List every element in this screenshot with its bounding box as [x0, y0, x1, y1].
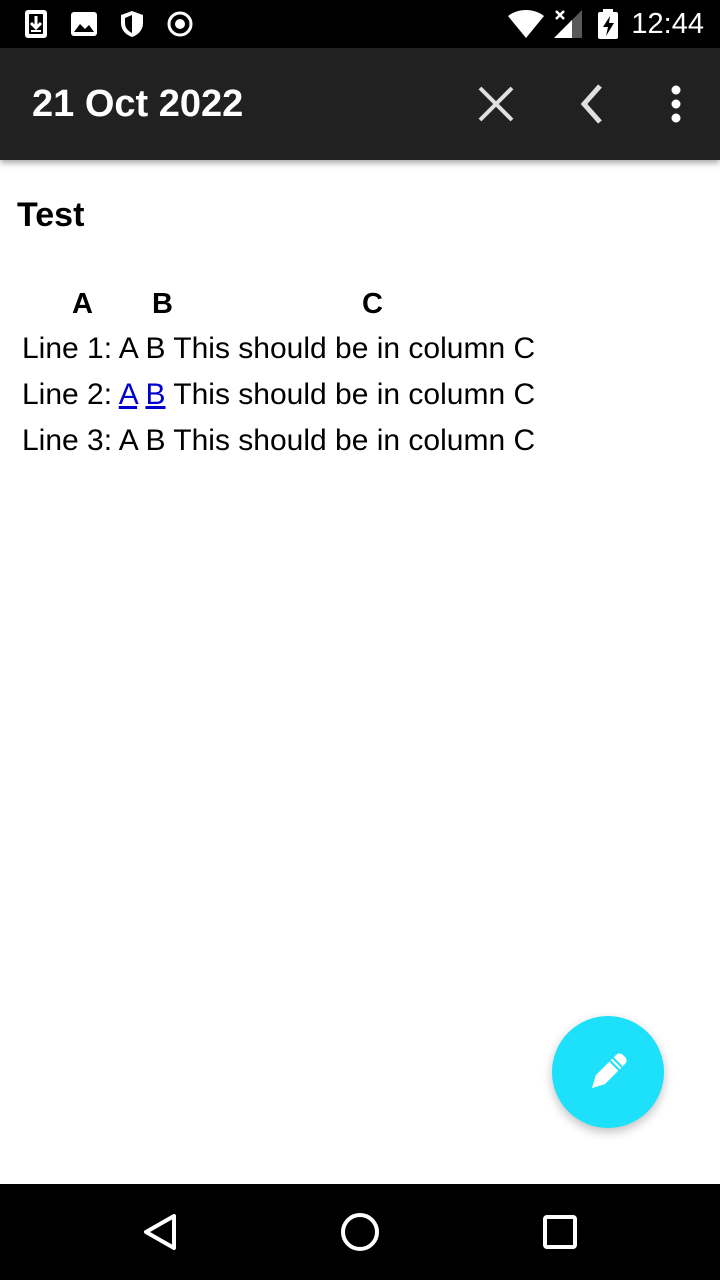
pencil-icon — [592, 1053, 627, 1088]
edit-fab-button[interactable] — [552, 1016, 664, 1128]
status-time: 12:44 — [631, 8, 704, 40]
back-triangle-icon[interactable] — [136, 1208, 184, 1256]
note-title: Test — [17, 196, 85, 234]
nav-bar — [0, 1184, 720, 1280]
note-line-1: Line 1: A B This should be in column C — [22, 332, 535, 366]
signal-icon — [554, 10, 582, 38]
home-circle-icon[interactable] — [336, 1208, 384, 1256]
download-icon — [25, 10, 47, 38]
battery-charging-icon — [598, 9, 618, 39]
line-col-a: A — [118, 424, 138, 457]
line-prefix: Line 2: — [22, 378, 119, 411]
line-col-b: B — [145, 424, 166, 457]
line-col-a: A — [118, 332, 138, 365]
record-icon — [167, 11, 193, 37]
line-link-b[interactable]: B — [145, 378, 165, 411]
line-link-a[interactable]: A — [119, 378, 137, 411]
column-header-a: A — [72, 288, 93, 320]
recents-square-icon[interactable] — [536, 1208, 584, 1256]
close-icon[interactable] — [472, 80, 520, 128]
line-prefix: Line 3: — [22, 424, 119, 457]
note-line-2: Line 2: A B This should be in column C — [22, 378, 535, 412]
line-col-b: B — [145, 332, 166, 365]
column-header-b: B — [152, 288, 173, 320]
line-col-c: This should be in column C — [173, 424, 536, 457]
page-title: 21 Oct 2022 — [32, 83, 244, 125]
note-line-3: Line 3: A B This should be in column C — [22, 424, 535, 458]
shield-icon — [121, 11, 143, 37]
line-col-c: This should be in column C — [173, 332, 536, 365]
image-icon — [71, 12, 97, 36]
app-bar: 21 Oct 2022 — [0, 48, 720, 160]
back-chevron-icon[interactable] — [568, 80, 616, 128]
line-prefix: Line 1: — [22, 332, 119, 365]
line-col-c: This should be in column C — [173, 378, 536, 411]
wifi-icon — [508, 10, 544, 38]
column-header-c: C — [362, 288, 383, 320]
more-vert-icon[interactable] — [652, 80, 700, 128]
status-bar: 12:44 — [0, 0, 720, 48]
